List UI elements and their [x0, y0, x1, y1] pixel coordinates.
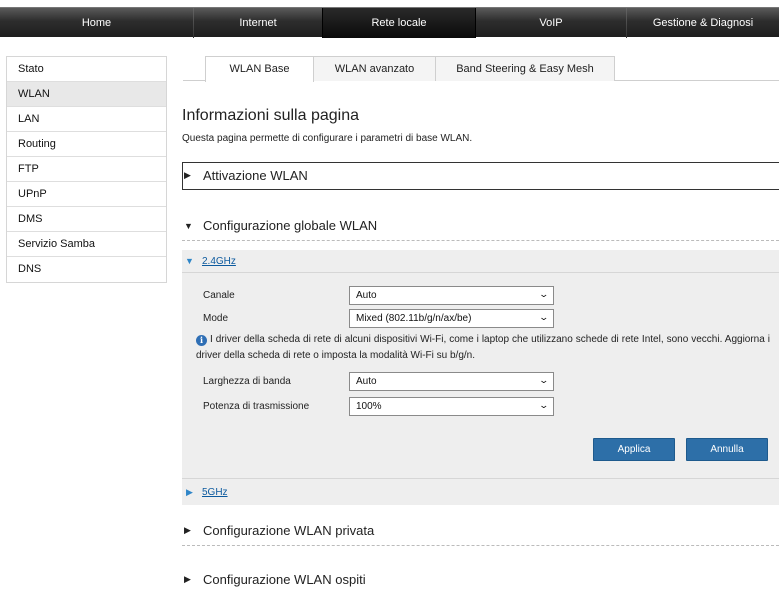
nav-gestione-diagnosi[interactable]: Gestione & Diagnosi — [627, 8, 779, 38]
driver-info-note: iI driver della scheda di rete di alcuni… — [196, 332, 770, 364]
band-5-header[interactable]: ▶ 5GHz — [182, 478, 779, 505]
potenza-value: 100% — [356, 401, 382, 412]
mode-select[interactable]: Mixed (802.11b/g/n/ax/be) ⌄ — [349, 309, 554, 328]
nav-gestione-label: Gestione & Diagnosi — [652, 17, 754, 29]
tab-bar: WLAN Base WLAN avanzato Band Steering & … — [183, 56, 779, 82]
divider — [182, 240, 779, 241]
tab-wlan-base[interactable]: WLAN Base — [205, 56, 314, 82]
sidebar-item-dns[interactable]: DNS — [7, 257, 166, 282]
nav-home[interactable]: Home — [0, 8, 193, 38]
cancel-button[interactable]: Annulla — [686, 438, 768, 461]
nav-internet[interactable]: Internet — [194, 8, 322, 38]
expand-arrow-icon: ▶ — [186, 487, 193, 497]
collapse-arrow-icon: ▼ — [185, 256, 194, 266]
canale-value: Auto — [356, 290, 377, 301]
nav-internet-label: Internet — [239, 17, 277, 29]
chevron-down-icon: ⌄ — [538, 312, 550, 322]
nav-voip[interactable]: VoIP — [476, 8, 626, 38]
larghezza-value: Auto — [356, 376, 377, 387]
section-attivazione-label: Attivazione WLAN — [203, 168, 308, 183]
info-icon: i — [196, 335, 207, 346]
sidebar-item-stato[interactable]: Stato — [7, 57, 166, 82]
sidebar-item-ftp[interactable]: FTP — [7, 157, 166, 182]
sidebar-item-lan[interactable]: LAN — [7, 107, 166, 132]
sidebar-item-wlan[interactable]: WLAN — [7, 82, 166, 107]
larghezza-label: Larghezza di banda — [203, 376, 291, 387]
larghezza-select[interactable]: Auto ⌄ — [349, 372, 554, 391]
nav-home-label: Home — [81, 17, 112, 29]
potenza-row: Potenza di trasmissione 100% ⌄ — [203, 397, 554, 416]
mode-row: Mode Mixed (802.11b/g/n/ax/be) ⌄ — [203, 309, 554, 328]
apply-button[interactable]: Applica — [593, 438, 675, 461]
expand-arrow-icon: ▶ — [184, 574, 191, 584]
page-title: Informazioni sulla pagina — [182, 107, 359, 124]
section-attivazione-wlan[interactable]: ▶ Attivazione WLAN — [184, 168, 308, 183]
page-description: Questa pagina permette di configurare i … — [182, 133, 473, 144]
band-5-link[interactable]: 5GHz — [202, 487, 228, 498]
section-configurazione-globale[interactable]: ▼ Configurazione globale WLAN — [184, 218, 377, 233]
tab-wlan-avanzato[interactable]: WLAN avanzato — [313, 56, 436, 81]
section-globale-label: Configurazione globale WLAN — [203, 218, 378, 233]
expand-arrow-icon: ▶ — [184, 170, 191, 180]
canale-select[interactable]: Auto ⌄ — [349, 286, 554, 305]
sidebar-item-routing[interactable]: Routing — [7, 132, 166, 157]
tab-band-steering[interactable]: Band Steering & Easy Mesh — [435, 56, 615, 81]
sidebar-item-dms[interactable]: DMS — [7, 207, 166, 232]
larghezza-row: Larghezza di banda Auto ⌄ — [203, 372, 554, 391]
nav-voip-label: VoIP — [539, 17, 563, 29]
chevron-down-icon: ⌄ — [538, 400, 550, 410]
section-privata-label: Configurazione WLAN privata — [203, 523, 375, 538]
band-24-link[interactable]: 2.4GHz — [202, 256, 236, 267]
top-nav: Home Internet Rete locale VoIP Gestione … — [0, 7, 779, 38]
sidebar: Stato WLAN LAN Routing FTP UPnP DMS Serv… — [6, 56, 167, 283]
section-configurazione-privata[interactable]: ▶ Configurazione WLAN privata — [184, 523, 374, 538]
nav-rete-locale-label: Rete locale — [371, 17, 427, 29]
expand-arrow-icon: ▶ — [184, 525, 191, 535]
driver-info-text: I driver della scheda di rete di alcuni … — [196, 334, 770, 361]
nav-rete-locale[interactable]: Rete locale — [322, 8, 476, 38]
section-ospiti-label: Configurazione WLAN ospiti — [203, 572, 366, 587]
section-configurazione-ospiti[interactable]: ▶ Configurazione WLAN ospiti — [184, 572, 366, 587]
sidebar-item-upnp[interactable]: UPnP — [7, 182, 166, 207]
mode-label: Mode — [203, 313, 229, 324]
wlan-global-panel: ▼ 2.4GHz Canale Auto ⌄ Mode Mixed (802.11… — [182, 250, 779, 505]
potenza-select[interactable]: 100% ⌄ — [349, 397, 554, 416]
chevron-down-icon: ⌄ — [538, 289, 550, 299]
collapse-arrow-icon: ▼ — [184, 220, 193, 231]
divider — [182, 545, 779, 546]
sidebar-item-samba[interactable]: Servizio Samba — [7, 232, 166, 257]
chevron-down-icon: ⌄ — [538, 375, 550, 385]
canale-label: Canale — [203, 290, 235, 301]
canale-row: Canale Auto ⌄ — [203, 286, 554, 305]
band-24-header[interactable]: ▼ 2.4GHz — [182, 250, 779, 273]
mode-value: Mixed (802.11b/g/n/ax/be) — [356, 313, 472, 324]
potenza-label: Potenza di trasmissione — [203, 401, 310, 412]
